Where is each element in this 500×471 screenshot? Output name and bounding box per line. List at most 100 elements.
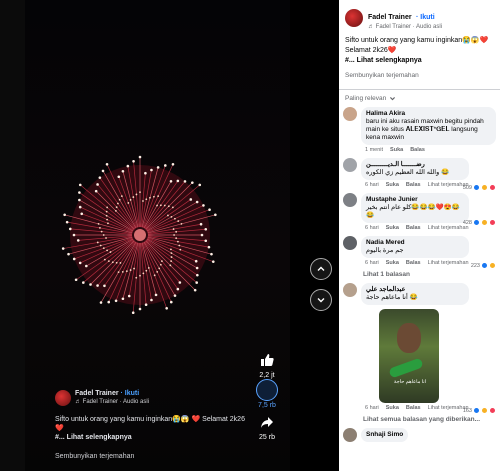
avatar[interactable] bbox=[343, 107, 357, 121]
reaction-number: 163 bbox=[462, 407, 472, 414]
reply-link[interactable]: Balas bbox=[406, 225, 421, 231]
firework-spark bbox=[139, 274, 141, 277]
firework-spark bbox=[183, 180, 187, 183]
avatar[interactable] bbox=[343, 236, 357, 250]
firework-spark bbox=[121, 270, 124, 273]
hide-translation-link[interactable]: Sembunyikan terjemahan bbox=[55, 452, 245, 461]
comment-author[interactable]: Nadia Mered bbox=[366, 239, 464, 247]
follow-button[interactable]: · Ikuti bbox=[416, 14, 435, 21]
comment-list: Halima Akira baru ini aku rasain maxwin … bbox=[339, 107, 500, 442]
sort-dropdown[interactable]: Paling relevan bbox=[339, 90, 500, 107]
like-link[interactable]: Suka bbox=[386, 182, 399, 188]
reaction-count[interactable]: 223 bbox=[471, 262, 496, 269]
view-replies-link[interactable]: Lihat semua balasan yang diberikan... bbox=[363, 416, 496, 423]
translate-link[interactable]: Lihat terjemahan bbox=[428, 260, 469, 266]
comment-action[interactable]: 7,5 rb bbox=[252, 379, 282, 409]
comment-author[interactable]: Mustaphe Junier bbox=[366, 196, 464, 204]
comment-time[interactable]: 6 hari bbox=[365, 225, 379, 231]
avatar[interactable] bbox=[55, 390, 71, 406]
share-action[interactable]: 25 rb bbox=[252, 412, 282, 441]
firework-spark bbox=[96, 284, 99, 287]
reply-link[interactable]: Balas bbox=[406, 182, 421, 188]
avatar[interactable] bbox=[345, 9, 363, 27]
thumbs-up-icon bbox=[256, 350, 278, 370]
panel-caption: Sifto untuk orang yang kamu inginkan😭😱❤️… bbox=[345, 36, 494, 66]
love-reaction-icon bbox=[489, 219, 496, 226]
comment: عبدالماجد علي أنا ماعاهم حاجة 😂 انا ماعا… bbox=[343, 283, 496, 414]
follow-button[interactable]: · Ikuti bbox=[121, 390, 140, 397]
comment-text: كلو عام انتم بخير😂😂😂❤️😍😂😂 bbox=[366, 204, 460, 219]
firework-spark bbox=[194, 259, 198, 263]
view-replies-link[interactable]: Lihat 1 balasan bbox=[363, 271, 496, 278]
see-more-link[interactable]: #... Lihat selengkapnya bbox=[345, 56, 494, 66]
like-link[interactable]: Suka bbox=[390, 147, 403, 153]
hide-translation-link[interactable]: Sembunyikan terjemahan bbox=[345, 72, 494, 79]
comment-meta: 6 hari Suka Balas Lihat terjemahan bbox=[365, 182, 469, 188]
audio-label[interactable]: ♬ Fadel Trainer · Audio asli bbox=[368, 24, 442, 30]
comment-author[interactable]: رضـــــــا الـديـــــــــن bbox=[366, 161, 464, 169]
firework-spark bbox=[106, 206, 109, 209]
firework-spark bbox=[125, 270, 128, 273]
audio-label[interactable]: ♬ Fadel Trainer · Audio asli bbox=[75, 398, 149, 407]
reaction-count[interactable]: 163 bbox=[463, 407, 496, 414]
firework-spark bbox=[179, 248, 182, 251]
chevron-up-icon bbox=[317, 266, 325, 271]
firework-spark bbox=[211, 260, 215, 263]
firework-spark bbox=[195, 266, 199, 270]
comment-time[interactable]: 1 menit bbox=[365, 147, 383, 153]
firework-spark bbox=[96, 183, 99, 186]
firework-spark bbox=[135, 276, 138, 279]
like-link[interactable]: Suka bbox=[386, 225, 399, 231]
see-more-link[interactable]: #... Lihat selengkapnya bbox=[55, 433, 245, 442]
like-action[interactable]: 2,2 jt bbox=[252, 350, 282, 379]
next-video-button[interactable] bbox=[310, 289, 332, 311]
previous-video-button[interactable] bbox=[310, 258, 332, 280]
video-author-name[interactable]: Fadel Trainer bbox=[75, 390, 119, 397]
chevron-down-icon bbox=[317, 298, 325, 303]
comment-icon bbox=[256, 379, 278, 401]
reply-link[interactable]: Balas bbox=[410, 147, 425, 153]
like-link[interactable]: Suka bbox=[386, 405, 399, 411]
comment-time[interactable]: 6 hari bbox=[365, 405, 379, 411]
firework-spark bbox=[78, 261, 82, 265]
comment-bubble: عبدالماجد علي أنا ماعاهم حاجة 😂 bbox=[361, 283, 469, 305]
comment-author[interactable]: Snhaji Simo bbox=[366, 431, 403, 439]
avatar[interactable] bbox=[343, 158, 357, 172]
firework-spark bbox=[157, 195, 160, 198]
avatar[interactable] bbox=[343, 428, 357, 442]
reply-link[interactable]: Balas bbox=[406, 405, 421, 411]
love-reaction-icon bbox=[489, 184, 496, 191]
firework-spark bbox=[80, 212, 84, 216]
reaction-count[interactable]: 428 bbox=[463, 219, 496, 226]
comment-image[interactable]: انا ماعاهم حاجة bbox=[379, 309, 439, 403]
firework-spark bbox=[127, 294, 131, 298]
firework-spark bbox=[117, 202, 119, 205]
firework-spark bbox=[202, 204, 205, 207]
video-author-row: Fadel Trainer · Ikuti ♬ Fadel Trainer · … bbox=[55, 389, 245, 407]
firework-spark bbox=[173, 234, 176, 236]
comment-time[interactable]: 6 hari bbox=[365, 260, 379, 266]
avatar[interactable] bbox=[343, 193, 357, 207]
video-area: 2,2 jt 7,5 rb 25 rb Fadel Trainer · Ikut… bbox=[0, 0, 339, 471]
firework-spark bbox=[189, 198, 193, 201]
left-gutter bbox=[0, 0, 25, 471]
comment-author[interactable]: Halima Akira bbox=[366, 110, 491, 118]
firework-spark bbox=[103, 284, 106, 288]
firework-spark bbox=[121, 169, 125, 173]
firework-spark bbox=[138, 307, 142, 311]
comment: Snhaji Simo bbox=[343, 428, 496, 442]
like-link[interactable]: Suka bbox=[386, 260, 399, 266]
panel-author-name[interactable]: Fadel Trainer bbox=[368, 14, 412, 21]
firework-spark bbox=[89, 283, 92, 286]
firework-spark bbox=[94, 189, 98, 193]
firework-spark bbox=[132, 159, 135, 163]
firework-spark bbox=[173, 294, 177, 297]
comment-time[interactable]: 6 hari bbox=[365, 182, 379, 188]
reaction-count[interactable]: 509 bbox=[463, 184, 496, 191]
comment-author[interactable]: عبدالماجد علي bbox=[366, 286, 464, 294]
reply-link[interactable]: Balas bbox=[406, 260, 421, 266]
firework-spark bbox=[63, 213, 66, 217]
firework-spark bbox=[172, 228, 175, 230]
avatar[interactable] bbox=[343, 283, 357, 297]
sort-label: Paling relevan bbox=[345, 95, 387, 102]
